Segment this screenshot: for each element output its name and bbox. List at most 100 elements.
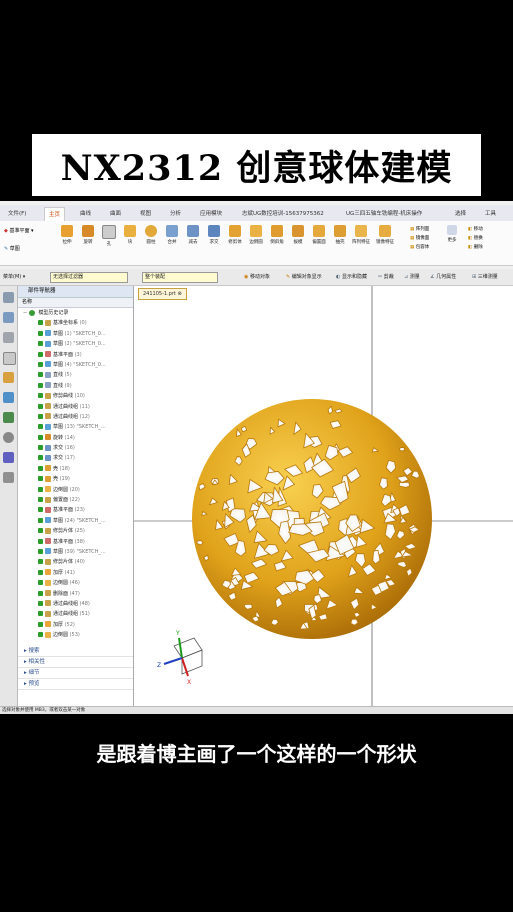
checkbox-icon[interactable]: [38, 434, 43, 440]
checkbox-icon[interactable]: [38, 445, 43, 451]
tab-tools[interactable]: 工具: [485, 209, 496, 217]
tree-row[interactable]: 通过曲线组 (12): [18, 412, 126, 422]
tree-row[interactable]: 通过曲线组 (11): [18, 402, 126, 412]
assembly-navigator-icon[interactable]: [3, 312, 14, 323]
web-browser-icon[interactable]: [3, 412, 14, 423]
tree-row[interactable]: 直线 (9): [18, 381, 126, 391]
draft-button[interactable]: 拔模: [289, 225, 307, 245]
offset-face-button[interactable]: 偏置面: [310, 225, 328, 245]
sketch-button[interactable]: ✎ 草图: [4, 245, 20, 252]
more-button[interactable]: 更多: [445, 225, 459, 243]
tree-row[interactable]: 加厚 (41): [18, 568, 126, 578]
checkbox-icon[interactable]: [38, 497, 43, 503]
tree-row[interactable]: 草图 (1) "SKETCH_0...: [18, 329, 126, 339]
measure-button[interactable]: ⊿ 测量: [404, 273, 420, 280]
tab-surface[interactable]: 曲面: [110, 209, 121, 217]
shell-button[interactable]: 抽壳: [331, 225, 349, 245]
checkbox-icon[interactable]: [38, 528, 43, 534]
tab-curve[interactable]: 曲线: [80, 209, 91, 217]
reuse-library-icon[interactable]: [3, 372, 14, 383]
tree-row[interactable]: 直线 (5): [18, 370, 126, 380]
tree-row[interactable]: 草图 (13) "SKETCH_...: [18, 422, 126, 432]
tree-row[interactable]: 修剪曲线 (10): [18, 391, 126, 401]
checkbox-icon[interactable]: [38, 455, 43, 461]
checkbox-icon[interactable]: [38, 403, 43, 409]
tree-row[interactable]: 基准坐标系 (0): [18, 318, 126, 328]
checkbox-icon[interactable]: [38, 372, 43, 378]
tree-root[interactable]: − 模型历史记录: [18, 308, 126, 318]
checkbox-icon[interactable]: [38, 413, 43, 419]
section-search[interactable]: ▸ 搜索: [18, 646, 133, 657]
intersect-button[interactable]: 求交: [205, 225, 223, 245]
checkbox-icon[interactable]: [38, 351, 43, 357]
tree-row[interactable]: 通过曲线组 (51): [18, 609, 126, 619]
checkbox-icon[interactable]: [38, 538, 43, 544]
tree-row[interactable]: 边倒圆 (46): [18, 578, 126, 588]
model-canvas[interactable]: Y X Z: [134, 286, 513, 706]
tree-row[interactable]: 加厚 (52): [18, 620, 126, 630]
tab-machining[interactable]: UG三四五轴车铣编程-机床操作: [346, 209, 422, 217]
tree-row[interactable]: 求交 (16): [18, 443, 126, 453]
assembly-scope-select[interactable]: 整个装配: [142, 272, 218, 283]
checkbox-icon[interactable]: [38, 621, 43, 627]
geometry-properties-button[interactable]: ∡ 几何属性: [430, 273, 456, 280]
tab-application[interactable]: 应用模块: [200, 209, 222, 217]
show-hide-button[interactable]: ◐ 显示和隐藏: [336, 273, 367, 280]
tree-row[interactable]: 草图 (2) "SKETCH_0...: [18, 339, 126, 349]
delete-face-button[interactable]: ◧ 删除: [468, 243, 483, 252]
checkbox-icon[interactable]: [38, 476, 43, 482]
pattern-face-button[interactable]: ▦ 阵列面: [410, 225, 429, 234]
checkbox-icon[interactable]: [38, 382, 43, 388]
datum-plane-button[interactable]: ◆ 基准平面 ▾: [4, 227, 34, 234]
checkbox-icon[interactable]: [38, 320, 43, 326]
move-object-button[interactable]: ◉ 移动对象: [244, 273, 270, 280]
checkbox-icon[interactable]: [38, 569, 43, 575]
tree-row[interactable]: 求交 (17): [18, 453, 126, 463]
navigator-column-name[interactable]: 名称: [18, 298, 133, 308]
replace-face-button[interactable]: ◧ 替换: [468, 234, 483, 243]
tree-row[interactable]: 旋转 (14): [18, 433, 126, 443]
constraint-navigator-icon[interactable]: [3, 332, 14, 343]
checkbox-icon[interactable]: [38, 486, 43, 492]
tree-row[interactable]: 草图 (24) "SKETCH_...: [18, 516, 126, 526]
checkbox-icon[interactable]: [38, 580, 43, 586]
tree-row[interactable]: 边倒圆 (20): [18, 485, 126, 495]
edit-display-button[interactable]: ✎ 编辑对象显示: [286, 273, 322, 280]
revolve-button[interactable]: 旋转: [79, 225, 97, 245]
tree-row[interactable]: 基准平面 (23): [18, 505, 126, 515]
section-dependencies[interactable]: ▸ 相关性: [18, 657, 133, 668]
hole-button[interactable]: 孔: [100, 225, 118, 247]
history-icon[interactable]: [3, 432, 14, 443]
settings-icon[interactable]: [3, 292, 14, 303]
menu-button[interactable]: 菜单(M) ▾: [3, 273, 25, 280]
tree-row[interactable]: 修剪片体 (40): [18, 557, 126, 567]
checkbox-icon[interactable]: [38, 559, 43, 565]
checkbox-icon[interactable]: [38, 465, 43, 471]
section-details[interactable]: ▸ 细节: [18, 668, 133, 679]
tree-row[interactable]: 壳 (18): [18, 464, 126, 474]
tab-training[interactable]: 志斌UG数控培训-15637975362: [242, 209, 324, 217]
tab-view[interactable]: 视图: [140, 209, 151, 217]
checkbox-icon[interactable]: [38, 330, 43, 336]
lattice-sphere[interactable]: [192, 399, 432, 639]
edge-blend-button[interactable]: 边倒圆: [247, 225, 265, 245]
checkbox-icon[interactable]: [38, 361, 43, 367]
tree-row[interactable]: 草图 (39) "SKETCH_...: [18, 547, 126, 557]
move-face-button[interactable]: ◧ 移动: [468, 225, 483, 234]
hd3d-icon[interactable]: [3, 392, 14, 403]
tree-row[interactable]: 基准平面 (38): [18, 537, 126, 547]
tree-row[interactable]: 边倒圆 (53): [18, 630, 126, 638]
section-preview[interactable]: ▸ 预览: [18, 679, 133, 690]
block-button[interactable]: 块: [121, 225, 139, 245]
tree-row[interactable]: 偏置面 (22): [18, 495, 126, 505]
checkbox-icon[interactable]: [38, 507, 43, 513]
checkbox-icon[interactable]: [38, 424, 43, 430]
checkbox-icon[interactable]: [38, 517, 43, 523]
tab-select[interactable]: 选择: [455, 209, 466, 217]
checkbox-icon[interactable]: [38, 393, 43, 399]
tree-row[interactable]: 修剪片体 (25): [18, 526, 126, 536]
graphics-window[interactable]: 241105-1.prt ⊗ Y X Z: [134, 286, 513, 706]
selection-filter-select[interactable]: 无选择过滤器: [50, 272, 128, 283]
trim-body-button[interactable]: 修剪体: [226, 225, 244, 245]
tree-row[interactable]: 删除面 (47): [18, 589, 126, 599]
